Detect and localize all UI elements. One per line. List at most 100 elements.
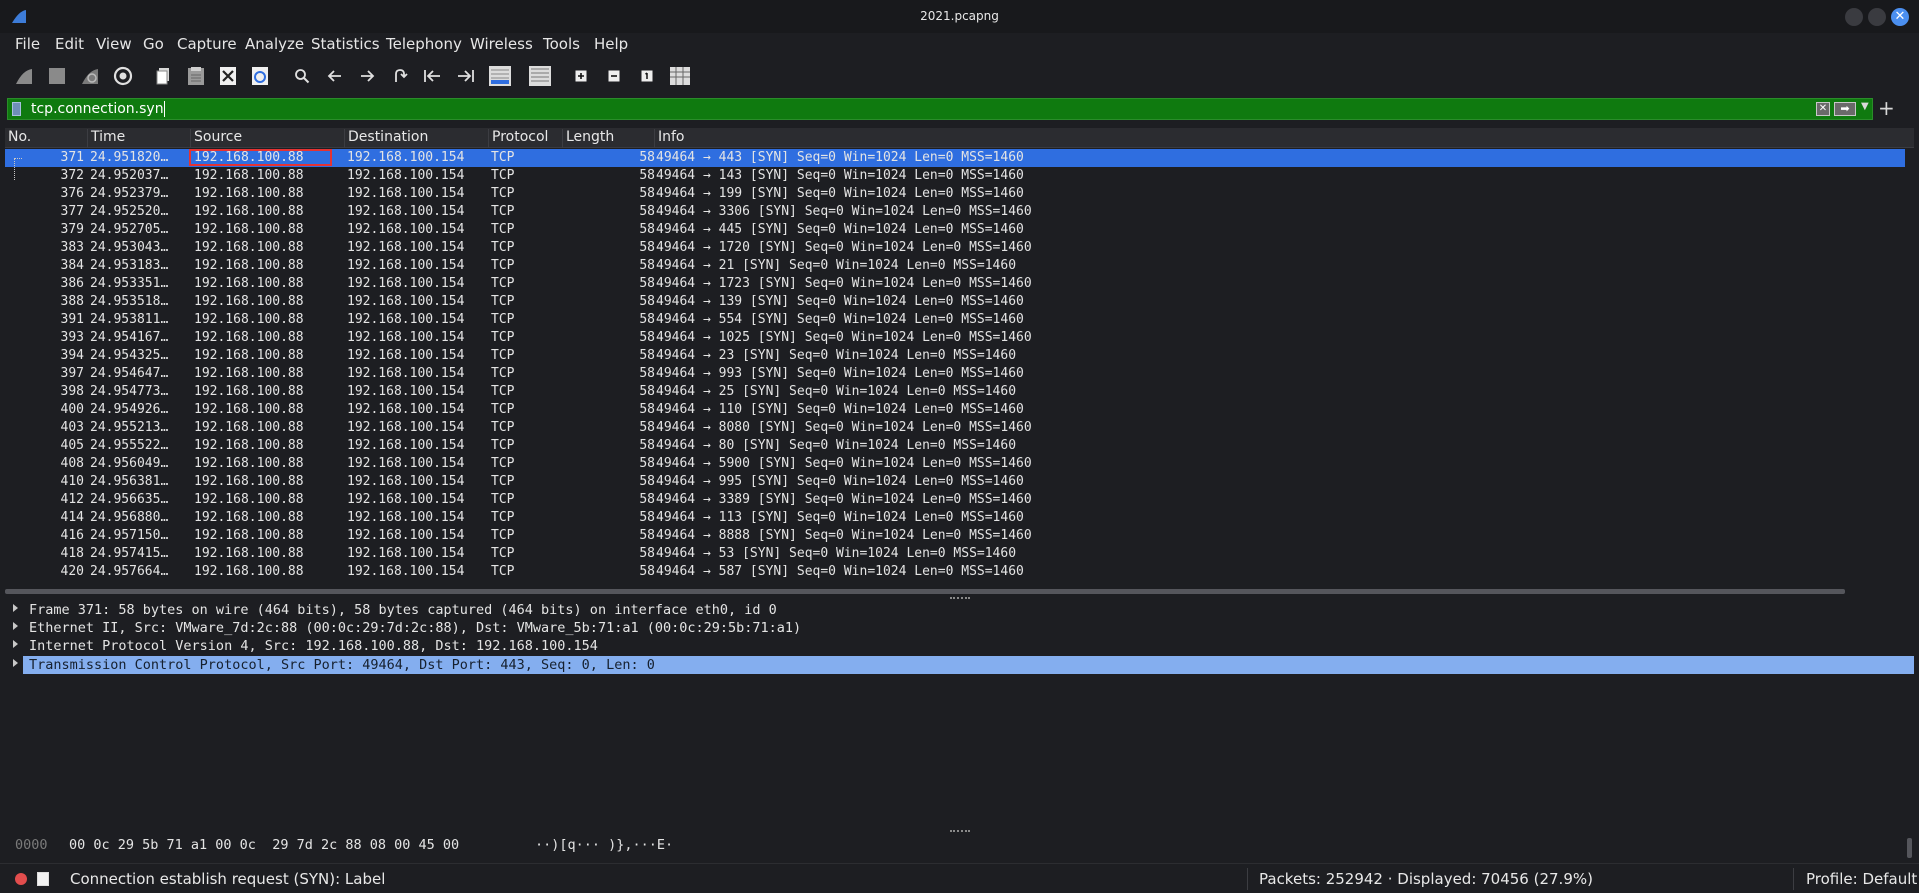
packet-row[interactable]: 384 24.953183… 192.168.100.88 192.168.100.1… (5, 257, 1914, 275)
packet-row[interactable]: 386 24.953351… 192.168.100.88 192.168.100.1… (5, 275, 1914, 293)
restart-capture-button[interactable] (77, 63, 103, 88)
menu-capture[interactable]: Capture (177, 35, 237, 53)
zoom-in-button[interactable] (568, 63, 594, 88)
expand-arrow-icon[interactable] (13, 640, 18, 648)
find-packet-button[interactable] (289, 63, 315, 88)
packet-row[interactable]: 420 24.957664… 192.168.100.88 192.168.100.1… (5, 563, 1914, 581)
packet-row[interactable]: 371 24.951820… 192.168.100.88 192.168.100.1… (5, 149, 1905, 180)
column-destination[interactable]: Destination (345, 129, 489, 148)
stop-capture-button[interactable] (44, 63, 70, 88)
reload-file-button[interactable] (247, 63, 273, 88)
packet-cell-dst: 192.168.100.154 (347, 420, 465, 435)
column-info[interactable]: Info (655, 129, 1914, 148)
menu-analyze[interactable]: Analyze (245, 35, 304, 53)
packet-row[interactable]: 418 24.957415… 192.168.100.88 192.168.100.1… (5, 545, 1914, 563)
packet-cell-time: 24.955213… (90, 420, 169, 435)
colorize-button[interactable] (527, 63, 553, 88)
autoscroll-icon (489, 65, 511, 86)
packet-cell-info: 49464 → 80 [SYN] Seq=0 Win=1024 Len=0 MS… (656, 438, 1017, 453)
normal-size-button[interactable] (634, 63, 660, 88)
menu-help[interactable]: Help (594, 35, 628, 53)
clear-filter-button[interactable]: ✕ (1816, 102, 1830, 116)
packet-row[interactable]: 394 24.954325… 192.168.100.88 192.168.100.1… (5, 347, 1914, 365)
column-no[interactable]: No. (5, 129, 88, 148)
packet-row[interactable]: 414 24.956880… 192.168.100.88 192.168.100.1… (5, 509, 1914, 527)
packet-row[interactable]: 379 24.952705… 192.168.100.88 192.168.100.1… (5, 221, 1914, 239)
packet-row[interactable]: 412 24.956635… 192.168.100.88 192.168.100.1… (5, 491, 1914, 509)
menu-wireless[interactable]: Wireless (470, 35, 533, 53)
start-capture-button[interactable] (11, 63, 37, 88)
column-length[interactable]: Length (563, 129, 655, 148)
close-file-button[interactable] (215, 63, 241, 88)
packet-list-horizontal-scrollbar[interactable] (5, 589, 1845, 594)
detail-row-frame[interactable]: Frame 371: 58 bytes on wire (464 bits), … (5, 601, 1914, 619)
packet-row[interactable]: 393 24.954167… 192.168.100.88 192.168.100.1… (5, 329, 1914, 347)
save-file-button[interactable] (183, 63, 209, 88)
detail-row-tcp[interactable]: Transmission Control Protocol, Src Port:… (13, 656, 1914, 674)
packet-row[interactable]: 388 24.953518… 192.168.100.88 192.168.100.1… (5, 293, 1914, 311)
autoscroll-button[interactable] (487, 63, 513, 88)
expand-arrow-icon[interactable] (13, 622, 18, 630)
hex-bytes[interactable]: 00 0c 29 5b 71 a1 00 0c 29 7d 2c 88 08 0… (69, 837, 459, 853)
close-window-button[interactable]: ✕ (1891, 8, 1909, 26)
pane-splitter-top[interactable] (950, 597, 970, 599)
packet-row[interactable]: 405 24.955522… 192.168.100.88 192.168.100.1… (5, 437, 1914, 455)
menu-edit[interactable]: Edit (55, 35, 84, 53)
packet-row[interactable]: 398 24.954773… 192.168.100.88 192.168.100.1… (5, 383, 1914, 401)
packet-row[interactable]: 377 24.952520… 192.168.100.88 192.168.100.1… (5, 203, 1914, 221)
ascii-bytes[interactable]: ··)[q··· )},···E· (535, 837, 673, 853)
packet-cell-len: 58 (639, 438, 655, 453)
packet-row[interactable]: 403 24.955213… 192.168.100.88 192.168.100.1… (5, 419, 1914, 437)
packet-row[interactable]: 400 24.954926… 192.168.100.88 192.168.100.1… (5, 401, 1914, 419)
expert-info-icon[interactable] (15, 873, 27, 885)
apply-filter-button[interactable]: ➡ (1834, 102, 1856, 116)
filter-history-dropdown[interactable]: ▼ (1861, 101, 1869, 112)
packet-cell-len: 58 (639, 366, 655, 381)
detail-row-ethernet[interactable]: Ethernet II, Src: VMware_7d:2c:88 (00:0c… (5, 619, 1914, 637)
display-filter-bar[interactable]: tcp.connection.syn ✕ ➡ ▼ (7, 98, 1873, 120)
bytes-scrollbar[interactable] (1907, 838, 1912, 858)
packet-cell-no: 383 (60, 240, 84, 255)
menu-bar: File Edit View Go Capture Analyze Statis… (0, 33, 1919, 55)
column-source[interactable]: Source (191, 129, 345, 148)
packet-row[interactable]: 410 24.956381… 192.168.100.88 192.168.100.1… (5, 473, 1914, 491)
packet-row[interactable]: 376 24.952379… 192.168.100.88 192.168.100.1… (5, 185, 1914, 203)
packet-row[interactable]: 397 24.954647… 192.168.100.88 192.168.100.1… (5, 365, 1914, 383)
byte-offset: 0000 (15, 837, 48, 853)
menu-telephony[interactable]: Telephony (386, 35, 462, 53)
resize-columns-button[interactable] (667, 63, 693, 88)
last-packet-button[interactable] (452, 63, 478, 88)
minimize-button[interactable] (1845, 8, 1863, 26)
maximize-button[interactable] (1868, 8, 1886, 26)
zoom-out-button[interactable] (601, 63, 627, 88)
add-filter-button[interactable]: + (1878, 96, 1895, 120)
detail-row-ipv4[interactable]: Internet Protocol Version 4, Src: 192.16… (5, 637, 1914, 655)
profile-label[interactable]: Profile: Default (1806, 870, 1917, 888)
menu-file[interactable]: File (15, 35, 40, 53)
menu-tools[interactable]: Tools (543, 35, 580, 53)
first-packet-button[interactable] (420, 63, 446, 88)
open-file-button[interactable] (151, 63, 177, 88)
display-filter-input[interactable]: tcp.connection.syn (31, 101, 164, 117)
menu-statistics[interactable]: Statistics (311, 35, 380, 53)
packet-row[interactable]: 416 24.957150… 192.168.100.88 192.168.100.1… (5, 527, 1914, 545)
capture-options-button[interactable] (110, 63, 136, 88)
packet-cell-no: 376 (60, 186, 84, 201)
packet-row[interactable]: 408 24.956049… 192.168.100.88 192.168.100.1… (5, 455, 1914, 473)
capture-comment-icon[interactable] (37, 872, 49, 886)
packet-cell-info: 49464 → 1723 [SYN] Seq=0 Win=1024 Len=0 … (656, 276, 1032, 291)
go-back-button[interactable] (322, 63, 348, 88)
column-protocol[interactable]: Protocol (489, 129, 563, 148)
packet-row[interactable]: 372 24.952037… 192.168.100.88 192.168.100.1… (5, 167, 1914, 185)
column-time[interactable]: Time (88, 129, 191, 148)
bookmark-icon[interactable] (12, 102, 21, 116)
expand-arrow-icon[interactable] (13, 659, 18, 667)
packet-row[interactable]: 391 24.953811… 192.168.100.88 192.168.100.1… (5, 311, 1914, 329)
packet-row[interactable]: 383 24.953043… 192.168.100.88 192.168.100.1… (5, 239, 1914, 257)
menu-go[interactable]: Go (143, 35, 164, 53)
expand-arrow-icon[interactable] (13, 604, 18, 612)
menu-view[interactable]: View (96, 35, 132, 53)
go-forward-button[interactable] (354, 63, 380, 88)
packet-cell-info: 49464 → 445 [SYN] Seq=0 Win=1024 Len=0 M… (656, 222, 1024, 237)
go-to-packet-button[interactable] (387, 63, 413, 88)
